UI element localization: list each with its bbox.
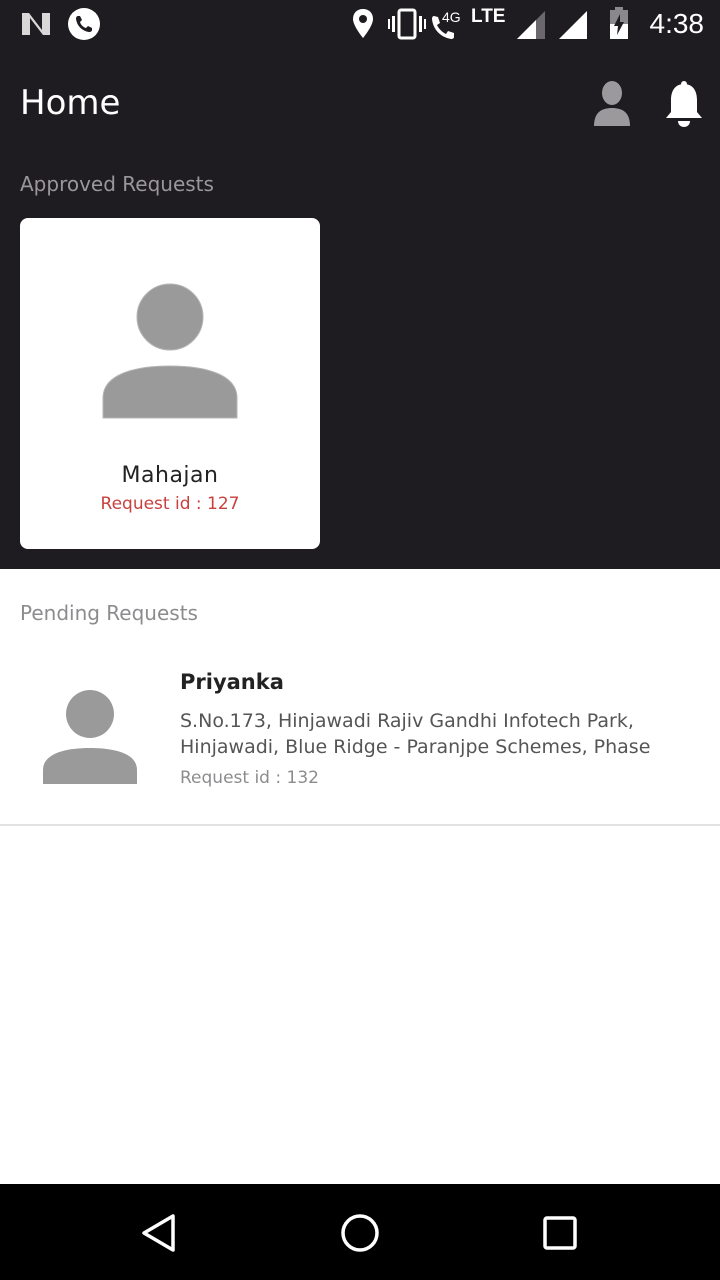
pending-section-label: Pending Requests [20,601,198,625]
network-4g-label: 4G [442,9,461,25]
phone-app-icon [68,8,100,40]
home-button[interactable] [337,1210,383,1256]
pending-request-item[interactable]: Priyanka S.No.173, Hinjawadi Rajiv Gandh… [0,650,720,826]
notifications-button[interactable] [662,78,706,130]
pending-address: S.No.173, Hinjawadi Rajiv Gandhi Infotec… [180,708,700,760]
approved-request-id: Request id : 127 [100,494,240,514]
back-icon [142,1214,175,1252]
pending-address-line-2: Hinjawadi, Blue Ridge - Paranjpe Schemes… [180,736,651,758]
n-logo-icon [22,13,50,35]
approved-section-label: Approved Requests [20,172,214,196]
bell-icon [666,81,702,127]
pending-address-line-1: S.No.173, Hinjawadi Rajiv Gandhi Infotec… [180,710,634,732]
signal-full-icon [559,11,587,39]
network-lte-label: LTE [471,6,506,27]
vibrate-icon [388,8,426,40]
status-bar: 4G LTE 4:38 [0,0,720,48]
approved-name: Mahajan [121,463,219,488]
approved-request-card[interactable]: Mahajan Request id : 127 [20,218,320,549]
back-button[interactable] [137,1210,183,1256]
avatar-icon [43,690,137,784]
battery-charging-icon [610,7,628,39]
signal-icon [517,11,545,39]
profile-icon [594,81,630,126]
page-title: Home [20,83,121,123]
profile-button[interactable] [590,78,634,130]
recents-icon [543,1216,577,1250]
clock: 4:38 [649,8,705,39]
navigation-bar [0,1184,720,1280]
recents-button[interactable] [537,1210,583,1256]
pending-name: Priyanka [180,670,284,694]
approved-requests-section: Approved Requests Mahajan Request id : 1… [0,160,720,569]
location-icon [353,9,373,38]
avatar-icon [102,283,238,419]
home-icon [341,1214,379,1252]
app-bar: Home [0,48,720,160]
pending-request-id: Request id : 132 [180,768,319,788]
